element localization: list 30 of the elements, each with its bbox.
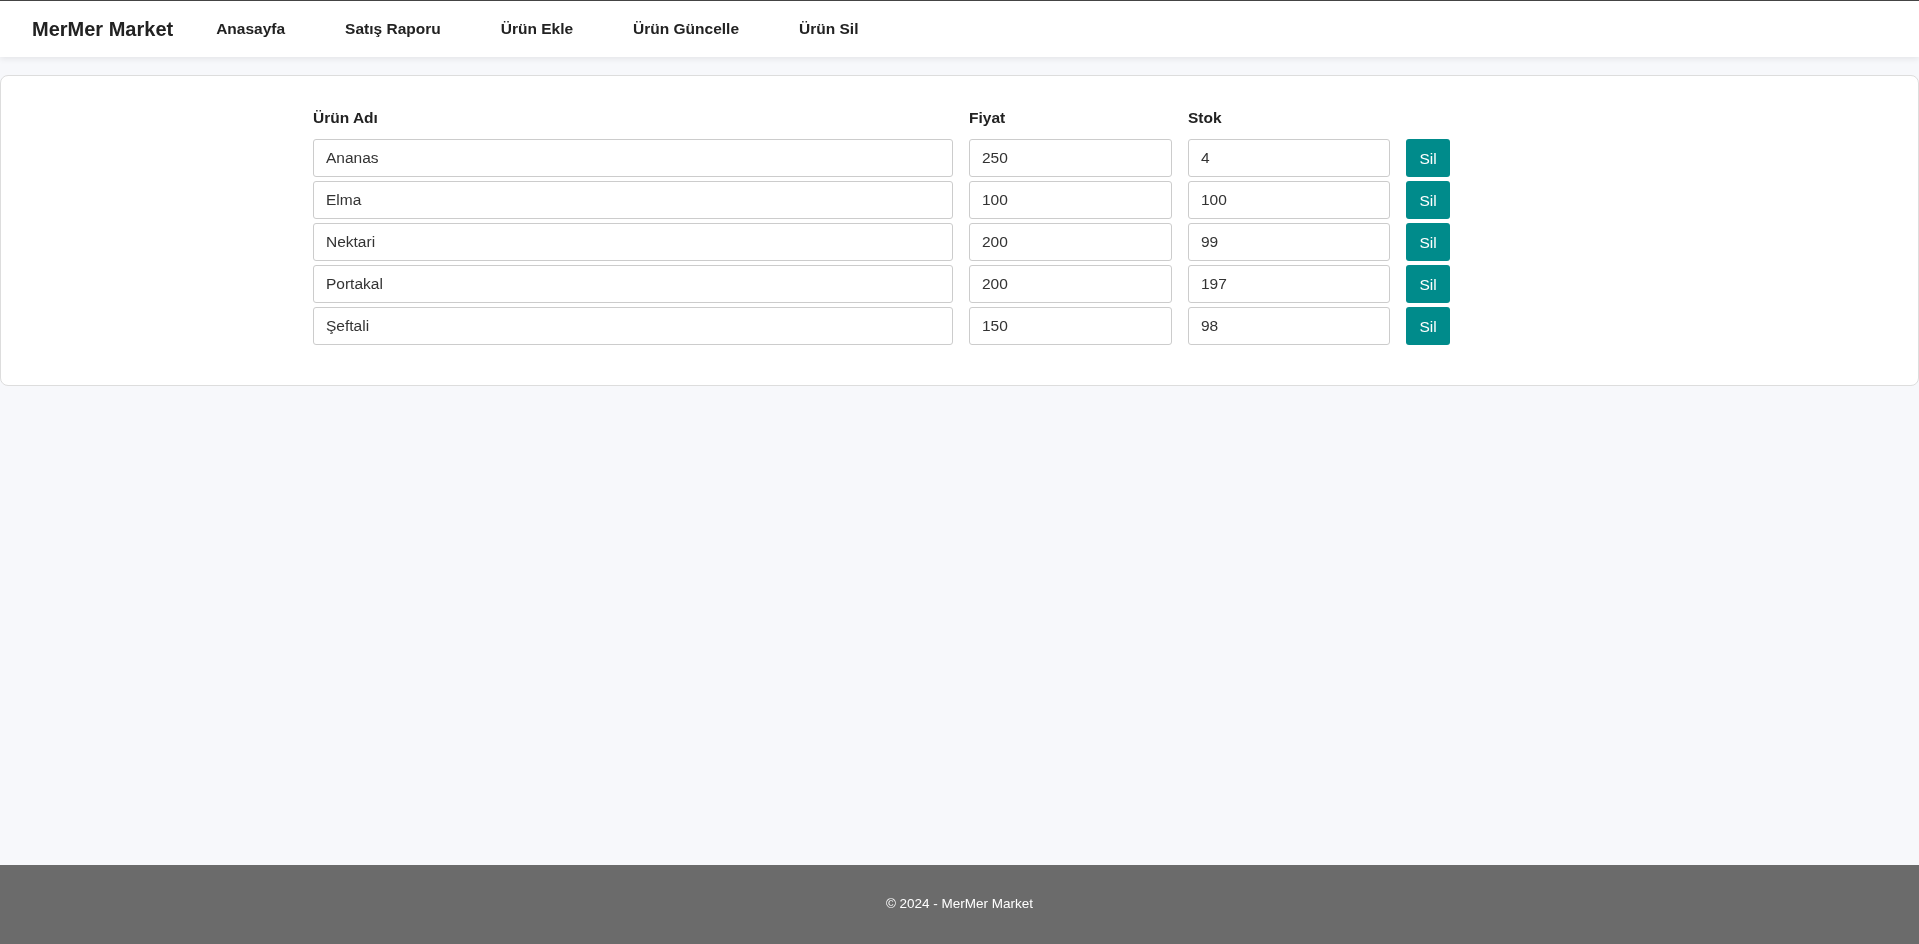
name-field[interactable]: Elma <box>313 181 953 220</box>
nav-link[interactable]: Ürün Sil <box>799 17 859 41</box>
stock-field[interactable]: 99 <box>1188 223 1390 262</box>
price-field[interactable]: 150 <box>969 307 1172 346</box>
price-field[interactable]: 250 <box>969 139 1172 178</box>
price-field[interactable]: 200 <box>969 223 1172 262</box>
column-header: Stok <box>1188 108 1223 128</box>
brand-link[interactable]: MerMer Market <box>32 14 174 44</box>
delete-button[interactable]: Sil <box>1406 265 1450 304</box>
name-field[interactable]: Ananas <box>313 139 953 178</box>
nav-link[interactable]: Satış Raporu <box>345 17 441 41</box>
stock-field[interactable]: 100 <box>1188 181 1390 220</box>
column-header: Ürün Adı <box>313 108 379 128</box>
name-field[interactable]: Şeftali <box>313 307 953 346</box>
stock-field[interactable]: 4 <box>1188 139 1390 178</box>
delete-button[interactable]: Sil <box>1406 307 1450 346</box>
column-header: Fiyat <box>969 108 1007 128</box>
stock-field[interactable]: 98 <box>1188 307 1390 346</box>
price-field[interactable]: 100 <box>969 181 1172 220</box>
nav-link[interactable]: Ürün Güncelle <box>633 17 739 41</box>
delete-button[interactable]: Sil <box>1406 139 1450 178</box>
price-field[interactable]: 200 <box>969 265 1172 304</box>
delete-button[interactable]: Sil <box>1406 181 1450 220</box>
nav-link[interactable]: Anasayfa <box>216 17 286 41</box>
stock-field[interactable]: 197 <box>1188 265 1390 304</box>
name-field[interactable]: Portakal <box>313 265 953 304</box>
delete-button[interactable]: Sil <box>1406 223 1450 262</box>
nav-link[interactable]: Ürün Ekle <box>500 17 574 41</box>
name-field[interactable]: Nektari <box>313 223 953 262</box>
copyright-text: © 2024 - MerMer Market <box>885 895 1034 914</box>
